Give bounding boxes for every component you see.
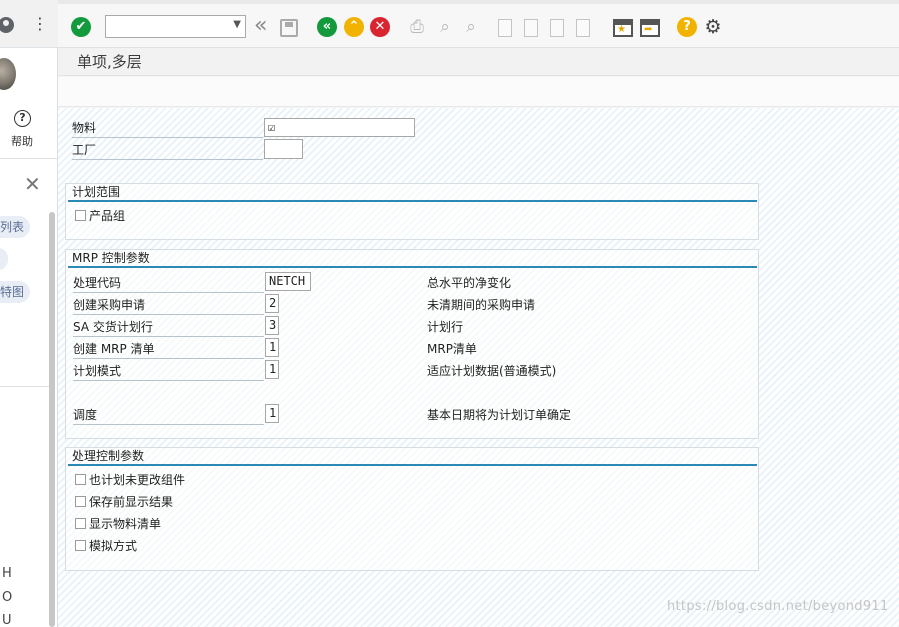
first-page-icon[interactable] [498,19,512,37]
watermark-text: https://blog.csdn.net/beyond911 [667,599,889,614]
option-label: 显示物料清单 [89,517,162,531]
mrp-param-desc: 基本日期将为计划订单确定 [427,408,572,422]
mrp-control-group: MRP 控制参数 处理代码 NETCH 总水平的净变化 创建采购申请 2 未清期… [65,249,759,439]
help-icon[interactable]: ? [677,17,697,37]
collapse-chevron-icon[interactable]: « [254,14,276,38]
help-icon[interactable]: ? [14,110,31,127]
back-icon[interactable]: « [317,17,337,37]
option-label: 也计划未更改组件 [89,473,186,487]
option-label: 模拟方式 [89,539,138,553]
close-icon[interactable]: ✕ [24,174,41,194]
product-group-label: 产品组 [89,209,126,223]
create-mrp-list-input[interactable]: 1 [265,338,279,357]
processing-key-input[interactable]: NETCH [265,272,311,291]
gear-icon[interactable]: ⚙ [703,17,723,37]
option-checkbox-row[interactable]: 模拟方式 [75,537,137,555]
mrp-param-desc: 计划行 [427,320,464,334]
mrp-param-label: 创建 MRP 清单 [73,340,264,359]
avatar[interactable] [0,58,16,90]
mrp-param-label: 计划模式 [73,362,264,381]
mrp-param-label: 调度 [73,406,264,425]
toolbar-top-line [58,0,899,4]
option-checkbox-row[interactable]: 保存前显示结果 [75,493,173,511]
application-toolbar [58,77,899,107]
find-icon[interactable]: ⌕ [435,17,455,37]
page-title: 单项,多层 [77,53,142,71]
option-label: 保存前显示结果 [89,495,174,509]
group-divider [68,464,757,466]
option-checkbox[interactable] [75,496,86,507]
last-page-icon[interactable] [576,19,590,37]
group-title: MRP 控制参数 [72,251,150,265]
sidebar-item-blank[interactable] [0,248,8,270]
mrp-param-label: 处理代码 [73,274,264,293]
mrp-param-desc: 总水平的净变化 [427,276,512,290]
command-field[interactable]: ▼ [105,15,246,38]
material-label: 物料 [72,119,263,138]
planning-scope-group: 计划范围 产品组 [65,183,759,240]
process-control-group: 处理控制参数 也计划未更改组件 保存前显示结果 显示物料清单 模拟方式 [65,447,759,571]
group-divider [68,200,757,202]
mrp-param-desc: MRP清单 [427,342,477,356]
sa-schedule-lines-input[interactable]: 3 [265,316,279,335]
option-checkbox[interactable] [75,518,86,529]
enter-check-icon[interactable]: ✔ [71,17,91,37]
mrp-param-label: 创建采购申请 [73,296,264,315]
product-group-checkbox[interactable] [75,210,86,221]
sidebar-letter: H [2,566,12,581]
group-title: 处理控制参数 [72,449,145,463]
sidebar-divider [0,386,50,387]
scheduling-input[interactable]: 1 [265,404,279,423]
sidebar-item-list[interactable]: 列表 [0,216,31,238]
sap-toolbar: ✔ ▼ « « ⌃ ✕ ⎙ ⌕ ⌕ ? ⚙ [58,0,899,48]
new-session-icon[interactable] [613,19,633,37]
option-checkbox-row[interactable]: 显示物料清单 [75,515,161,533]
chevron-down-icon[interactable]: ▼ [233,19,241,30]
mrp-param-desc: 未清期间的采购申请 [427,298,536,312]
create-shortcut-icon[interactable] [640,19,660,37]
material-input[interactable]: ☑ [264,118,415,137]
previous-page-icon[interactable] [524,19,538,37]
main-content: 物料 ☑ 工厂 计划范围 产品组 MRP 控制参数 处理代码 NETCH 总水平… [58,108,899,627]
plant-label: 工厂 [72,141,263,160]
cancel-icon[interactable]: ✕ [370,17,390,37]
mrp-param-desc: 适应计划数据(普通模式) [427,364,557,378]
create-purreq-input[interactable]: 2 [265,294,279,313]
find-next-icon[interactable]: ⌕ [461,17,481,37]
print-icon[interactable]: ⎙ [407,17,427,37]
next-page-icon[interactable] [550,19,564,37]
more-menu-icon[interactable]: ⋮ [32,14,48,34]
group-title: 计划范围 [72,185,121,199]
sidebar-scrollbar[interactable] [49,212,55,627]
planning-mode-input[interactable]: 1 [265,360,279,379]
sidebar-letter: U [2,613,12,627]
sidebar-letter: O [2,590,13,605]
group-divider [68,266,757,268]
option-checkbox-row[interactable]: 也计划未更改组件 [75,471,185,489]
sidebar-item-chart[interactable]: 特图 [0,281,31,303]
option-checkbox[interactable] [75,540,86,551]
mrp-param-label: SA 交货计划行 [73,318,264,337]
sidebar-divider [0,158,58,159]
save-icon[interactable] [280,19,298,37]
exit-icon[interactable]: ⌃ [344,17,364,37]
plant-input[interactable] [264,139,303,159]
left-sidebar: ⋮ ? 帮助 ✕ 列表 特图 H O U [0,0,58,627]
title-bar: 单项,多层 [58,48,899,76]
help-label[interactable]: 帮助 [11,133,33,149]
option-checkbox[interactable] [75,474,86,485]
product-group-checkbox-row[interactable]: 产品组 [75,207,125,225]
